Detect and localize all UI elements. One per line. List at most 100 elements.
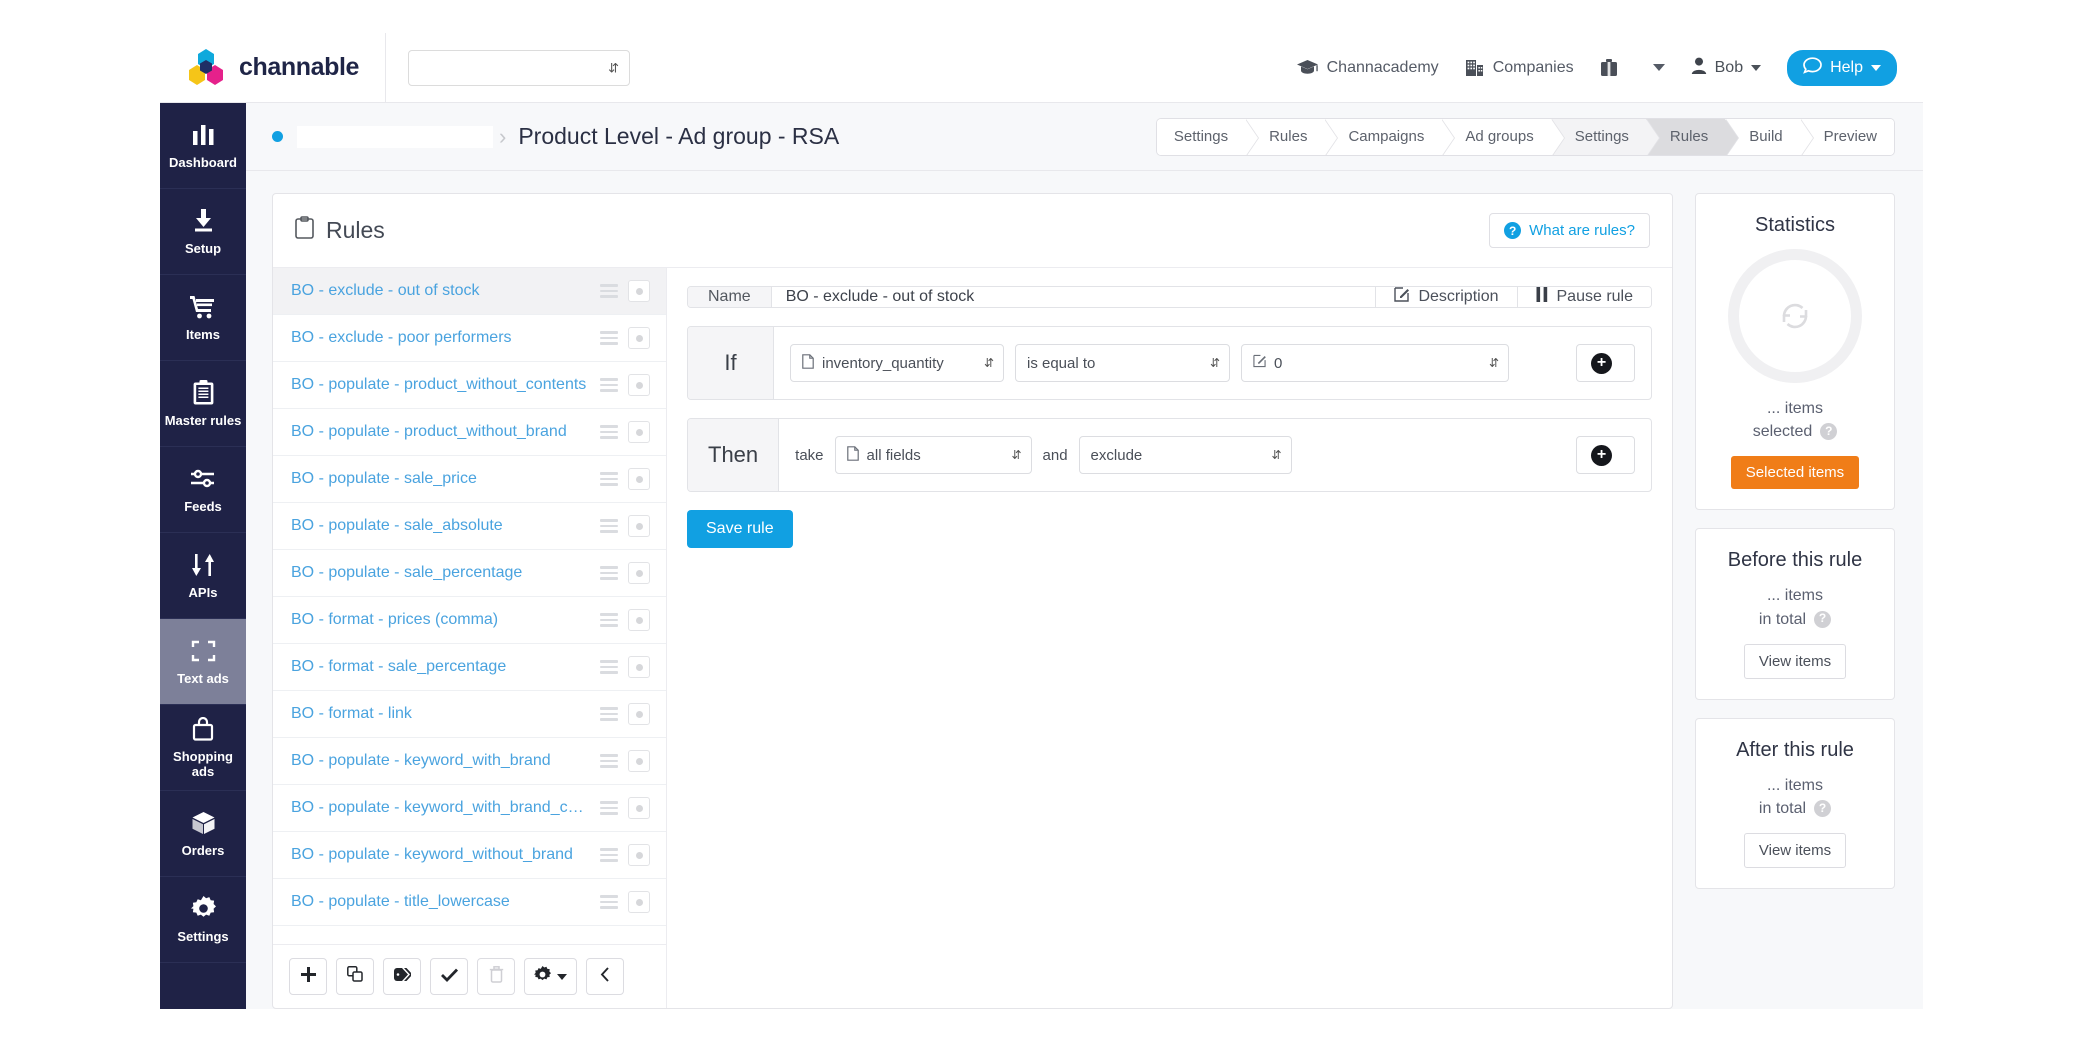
- rule-name-input[interactable]: [772, 287, 1376, 307]
- rule-toggle-button[interactable]: [628, 374, 650, 396]
- sidebar-item-shopping-ads[interactable]: Shopping ads: [160, 705, 246, 791]
- collapse-list-button[interactable]: [586, 958, 624, 995]
- rule-toggle-button[interactable]: [628, 421, 650, 443]
- rule-toggle-button[interactable]: [628, 656, 650, 678]
- sidebar-item-master-rules[interactable]: Master rules: [160, 361, 246, 447]
- step-ad-groups[interactable]: Ad groups: [1441, 119, 1550, 155]
- rule-toggle-button[interactable]: [628, 844, 650, 866]
- step-campaigns[interactable]: Campaigns: [1324, 119, 1441, 155]
- briefcase-link[interactable]: [1600, 58, 1627, 77]
- rule-list-item[interactable]: BO - format - sale_percentage: [273, 644, 666, 691]
- rule-name[interactable]: BO - populate - title_lowercase: [291, 893, 590, 911]
- rule-name[interactable]: BO - exclude - poor performers: [291, 329, 590, 347]
- rule-list-item[interactable]: BO - populate - keyword_with_brand: [273, 738, 666, 785]
- user-menu[interactable]: Bob: [1691, 57, 1761, 79]
- step-preview[interactable]: Preview: [1800, 119, 1894, 155]
- rule-name[interactable]: BO - populate - keyword_with_brand: [291, 752, 590, 770]
- rule-list-item[interactable]: BO - populate - keyword_with_brand_con..…: [273, 785, 666, 832]
- rule-toggle-button[interactable]: [628, 750, 650, 772]
- apply-rule-button[interactable]: [430, 958, 468, 995]
- save-rule-button[interactable]: Save rule: [687, 510, 793, 548]
- drag-handle-icon[interactable]: [600, 613, 618, 627]
- rule-name[interactable]: BO - populate - keyword_without_brand: [291, 846, 590, 864]
- after-view-items-button[interactable]: View items: [1744, 833, 1846, 868]
- rule-name[interactable]: BO - format - sale_percentage: [291, 658, 590, 676]
- drag-handle-icon[interactable]: [600, 378, 618, 392]
- duplicate-rule-button[interactable]: [336, 958, 374, 995]
- rule-list-item[interactable]: BO - populate - sale_percentage: [273, 550, 666, 597]
- if-value-select[interactable]: 0 ⇵: [1241, 344, 1509, 382]
- sidebar-item-orders[interactable]: Orders: [160, 791, 246, 877]
- description-button[interactable]: Description: [1375, 287, 1516, 307]
- add-rule-button[interactable]: [289, 958, 327, 995]
- rule-name[interactable]: BO - populate - sale_absolute: [291, 517, 590, 535]
- drag-handle-icon[interactable]: [600, 284, 618, 298]
- drag-handle-icon[interactable]: [600, 848, 618, 862]
- pause-rule-button[interactable]: Pause rule: [1517, 287, 1652, 307]
- companies-link[interactable]: Companies: [1465, 58, 1574, 77]
- step-settings-1[interactable]: Settings: [1157, 119, 1245, 155]
- rule-list-item[interactable]: BO - populate - keyword_without_brand: [273, 832, 666, 879]
- rule-list-item[interactable]: BO - format - prices (comma): [273, 597, 666, 644]
- sidebar-item-text-ads[interactable]: Text ads: [160, 619, 246, 705]
- rule-list-item[interactable]: BO - format - link: [273, 691, 666, 738]
- add-action-button[interactable]: +: [1576, 436, 1635, 474]
- rule-toggle-button[interactable]: [628, 703, 650, 725]
- rule-toggle-button[interactable]: [628, 468, 650, 490]
- brand-logo[interactable]: channable: [160, 33, 386, 103]
- rule-name[interactable]: BO - populate - sale_percentage: [291, 564, 590, 582]
- rule-name[interactable]: BO - populate - product_without_contents: [291, 376, 590, 394]
- sidebar-item-setup[interactable]: Setup: [160, 189, 246, 275]
- rule-list-item[interactable]: BO - populate - title_lowercase: [273, 879, 666, 926]
- rule-name[interactable]: BO - exclude - out of stock: [291, 282, 590, 300]
- rule-name[interactable]: BO - format - link: [291, 705, 590, 723]
- rule-toggle-button[interactable]: [628, 797, 650, 819]
- rule-list-item[interactable]: BO - populate - product_without_brand: [273, 409, 666, 456]
- drag-handle-icon[interactable]: [600, 707, 618, 721]
- project-name-redacted[interactable]: [297, 126, 493, 148]
- help-icon[interactable]: ?: [1820, 423, 1837, 440]
- step-settings-2[interactable]: Settings: [1551, 119, 1646, 155]
- rules-settings-button[interactable]: [524, 958, 577, 995]
- what-are-rules-button[interactable]: ? What are rules?: [1489, 213, 1650, 248]
- then-action-select[interactable]: exclude ⇵: [1079, 436, 1292, 474]
- company-select[interactable]: ⇵: [408, 50, 630, 86]
- drag-handle-icon[interactable]: [600, 472, 618, 486]
- if-field-select[interactable]: inventory_quantity ⇵: [790, 344, 1004, 382]
- if-operator-select[interactable]: is equal to ⇵: [1015, 344, 1230, 382]
- drag-handle-icon[interactable]: [600, 754, 618, 768]
- rule-toggle-button[interactable]: [628, 609, 650, 631]
- delete-rule-button[interactable]: [477, 958, 515, 995]
- help-icon[interactable]: ?: [1814, 800, 1831, 817]
- help-button[interactable]: Help: [1787, 50, 1897, 86]
- sidebar-item-items[interactable]: Items: [160, 275, 246, 361]
- selected-items-button[interactable]: Selected items: [1731, 456, 1859, 489]
- rule-name[interactable]: BO - populate - keyword_with_brand_con..…: [291, 799, 590, 817]
- rule-toggle-button[interactable]: [628, 562, 650, 584]
- rule-list-item[interactable]: BO - populate - sale_absolute: [273, 503, 666, 550]
- chevron-down-icon[interactable]: [1653, 64, 1665, 71]
- rule-toggle-button[interactable]: [628, 327, 650, 349]
- tag-rule-button[interactable]: [383, 958, 421, 995]
- drag-handle-icon[interactable]: [600, 895, 618, 909]
- rule-list-item[interactable]: BO - populate - sale_price: [273, 456, 666, 503]
- drag-handle-icon[interactable]: [600, 425, 618, 439]
- sidebar-item-feeds[interactable]: Feeds: [160, 447, 246, 533]
- rule-list-item[interactable]: BO - exclude - out of stock: [273, 268, 666, 315]
- rule-list-item[interactable]: BO - exclude - poor performers: [273, 315, 666, 362]
- sidebar-item-apis[interactable]: APIs: [160, 533, 246, 619]
- sidebar-item-dashboard[interactable]: Dashboard: [160, 103, 246, 189]
- channacademy-link[interactable]: Channacademy: [1297, 59, 1439, 77]
- add-condition-button[interactable]: +: [1576, 344, 1635, 382]
- rule-name[interactable]: BO - populate - sale_price: [291, 470, 590, 488]
- rule-toggle-button[interactable]: [628, 280, 650, 302]
- drag-handle-icon[interactable]: [600, 519, 618, 533]
- then-field-select[interactable]: all fields ⇵: [835, 436, 1032, 474]
- rule-name[interactable]: BO - populate - product_without_brand: [291, 423, 590, 441]
- rule-list-item[interactable]: BO - populate - product_without_contents: [273, 362, 666, 409]
- sidebar-item-settings[interactable]: Settings: [160, 877, 246, 963]
- drag-handle-icon[interactable]: [600, 331, 618, 345]
- rule-name[interactable]: BO - format - prices (comma): [291, 611, 590, 629]
- drag-handle-icon[interactable]: [600, 660, 618, 674]
- before-view-items-button[interactable]: View items: [1744, 644, 1846, 679]
